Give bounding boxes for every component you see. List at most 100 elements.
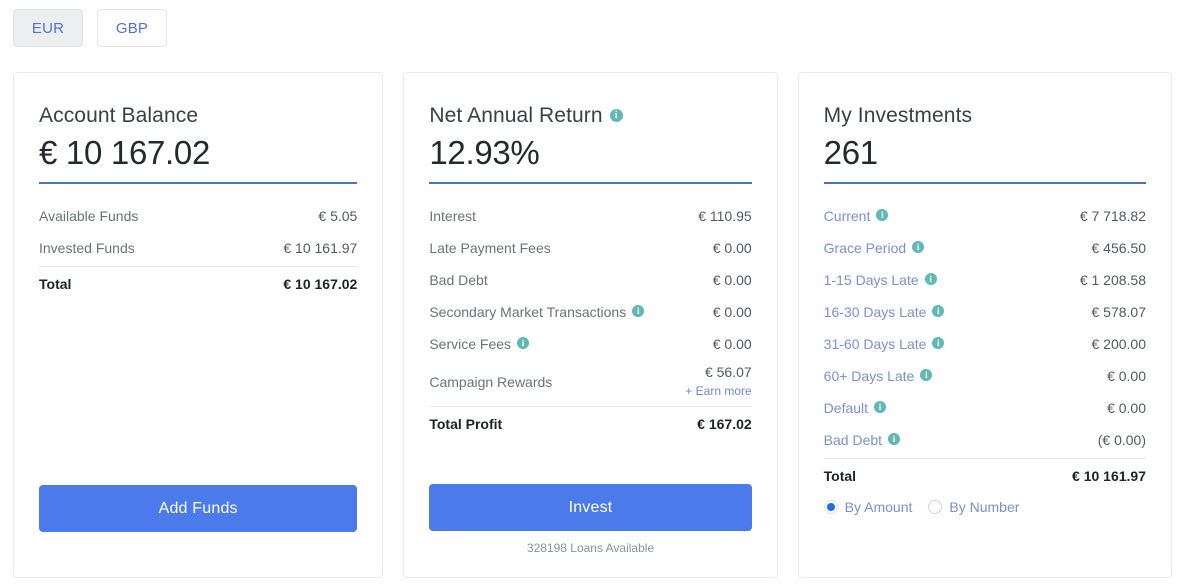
radio-dot-icon[interactable] (928, 500, 943, 514)
campaign-rewards-value: € 56.07 (704, 364, 752, 380)
row-label: Bad Debt (429, 272, 487, 288)
campaign-rewards-row: Campaign Rewards € 56.07 + Earn more (429, 360, 751, 404)
add-funds-button[interactable]: Add Funds (39, 485, 358, 532)
radio-dot-icon[interactable] (823, 500, 838, 514)
table-row[interactable]: Bad Debt i (€ 0.00) (824, 424, 1146, 456)
row-label: 1-15 Days Late i (824, 272, 937, 288)
table-row[interactable]: Grace Period i € 456.50 (824, 232, 1146, 264)
my-investments-value: 261 (823, 134, 878, 171)
row-value: € 0.00 (1107, 400, 1146, 416)
my-investments-total-row: Total € 10 161.97 (823, 458, 1146, 492)
row-label-text[interactable]: 16-30 Days Late (824, 304, 927, 320)
table-row[interactable]: 31-60 Days Late i € 200.00 (824, 328, 1146, 360)
row-label-text[interactable]: Default (824, 400, 868, 416)
row-label: 16-30 Days Late i (824, 304, 945, 320)
total-label: Total Profit (429, 415, 503, 432)
row-value: € 0.00 (712, 272, 752, 288)
table-row[interactable]: 16-30 Days Late i € 578.07 (824, 296, 1146, 328)
row-value: € 200.00 (1091, 336, 1147, 352)
info-icon[interactable]: i (924, 273, 937, 285)
row-value: € 110.95 (698, 208, 752, 224)
row-value: € 0.00 (1107, 368, 1146, 384)
card-account-balance: Account Balance € 10 167.02 Available Fu… (13, 72, 384, 578)
table-row: Invested Funds € 10 161.97 (39, 232, 357, 264)
radio-by-number[interactable]: By Number (928, 499, 1019, 515)
info-icon[interactable]: i (888, 433, 901, 445)
table-row[interactable]: 60+ Days Late i € 0.00 (824, 360, 1146, 392)
table-row[interactable]: Default i € 0.00 (824, 392, 1146, 424)
my-investments-title-text: My Investments (823, 104, 973, 127)
invest-button[interactable]: Invest (429, 484, 752, 531)
info-icon[interactable]: i (876, 209, 889, 221)
net-annual-return-title-text: Net Annual Return (429, 104, 603, 127)
info-icon[interactable]: i (932, 305, 945, 317)
table-row: Bad Debt € 0.00 (429, 264, 751, 296)
table-row: Secondary Market Transactions i € 0.00 (429, 296, 751, 328)
investment-view-radio-group: By Amount By Number (823, 499, 1146, 535)
row-label-text[interactable]: 1-15 Days Late (824, 272, 919, 288)
row-value: € 1 208.58 (1079, 272, 1146, 288)
account-balance-value: € 10 167.02 (39, 134, 211, 171)
row-label-text[interactable]: 31-60 Days Late (824, 336, 927, 352)
info-icon[interactable]: i (874, 401, 887, 413)
row-label: Invested Funds (39, 240, 135, 256)
my-investments-divider (823, 182, 1146, 184)
card-my-investments: My Investments 261 Current i € 7 718.82 … (797, 72, 1172, 578)
row-label: Grace Period i (824, 240, 925, 256)
campaign-rewards-value-group: € 56.07 + Earn more (685, 364, 751, 400)
row-label: 31-60 Days Late i (824, 336, 945, 352)
total-label: Total (39, 275, 72, 292)
row-value: € 578.07 (1091, 304, 1147, 320)
currency-tab-gbp[interactable]: GBP (97, 9, 167, 47)
table-row[interactable]: 1-15 Days Late i € 1 208.58 (824, 264, 1146, 296)
radio-by-amount-label: By Amount (844, 499, 913, 515)
net-annual-return-divider (429, 182, 752, 184)
info-icon[interactable]: i (609, 108, 623, 122)
row-label: 60+ Days Late i (824, 368, 933, 384)
info-icon[interactable]: i (517, 337, 530, 349)
row-label: Available Funds (39, 208, 139, 224)
total-value: € 167.02 (697, 415, 752, 432)
info-icon[interactable]: i (912, 241, 925, 253)
my-investments-title: My Investments (824, 103, 1146, 129)
row-label-text: Interest (429, 208, 477, 224)
info-icon[interactable]: i (932, 337, 945, 349)
row-value: € 0.00 (712, 336, 752, 352)
table-row: Available Funds € 5.05 (39, 200, 357, 232)
table-row[interactable]: Current i € 7 718.82 (824, 200, 1146, 232)
net-annual-return-rows: Interest € 110.95 Late Payment Fees € 0.… (429, 200, 752, 440)
card-net-annual-return: Net Annual Return i 12.93% Interest € 11… (403, 72, 778, 578)
my-investments-rows: Current i € 7 718.82 Grace Period i € 45… (823, 200, 1146, 535)
row-label-text[interactable]: Bad Debt (824, 432, 882, 448)
table-row: Service Fees i € 0.00 (429, 328, 751, 360)
account-balance-total-row: Total € 10 167.02 (39, 266, 358, 300)
info-icon[interactable]: i (920, 369, 933, 381)
total-profit-row: Total Profit € 167.02 (429, 406, 752, 440)
row-label-text[interactable]: Grace Period (824, 240, 906, 256)
row-label: Service Fees i (429, 336, 530, 352)
info-icon[interactable]: i (632, 305, 645, 317)
earn-more-link[interactable]: + Earn more (685, 383, 751, 400)
net-annual-return-title: Net Annual Return i (429, 103, 751, 129)
row-label-text: Secondary Market Transactions (429, 304, 627, 320)
row-value: € 456.50 (1091, 240, 1147, 256)
row-value: € 7 718.82 (1079, 208, 1146, 224)
row-label-text[interactable]: 60+ Days Late (824, 368, 915, 384)
total-label: Total (823, 467, 857, 484)
add-funds-button-wrap: Add Funds (39, 485, 358, 577)
row-value: € 0.00 (712, 304, 752, 320)
row-label-text[interactable]: Current (824, 208, 871, 224)
dashboard-page: EUR GBP Account Balance € 10 167.02 Avai… (0, 0, 1180, 585)
row-value: (€ 0.00) (1097, 432, 1146, 448)
row-label: Interest (429, 208, 476, 224)
row-label-text: Service Fees (429, 336, 512, 352)
account-balance-title-text: Account Balance (39, 104, 199, 127)
row-value: € 10 161.97 (283, 240, 358, 256)
net-annual-return-value: 12.93% (429, 134, 540, 171)
loans-available-note: 328198 Loans Available (526, 541, 655, 555)
row-label-text: Bad Debt (429, 272, 488, 288)
currency-tab-eur[interactable]: EUR (13, 9, 83, 47)
row-label: Secondary Market Transactions i (429, 304, 645, 320)
account-balance-rows: Available Funds € 5.05 Invested Funds € … (39, 200, 358, 300)
radio-by-amount[interactable]: By Amount (823, 499, 913, 515)
